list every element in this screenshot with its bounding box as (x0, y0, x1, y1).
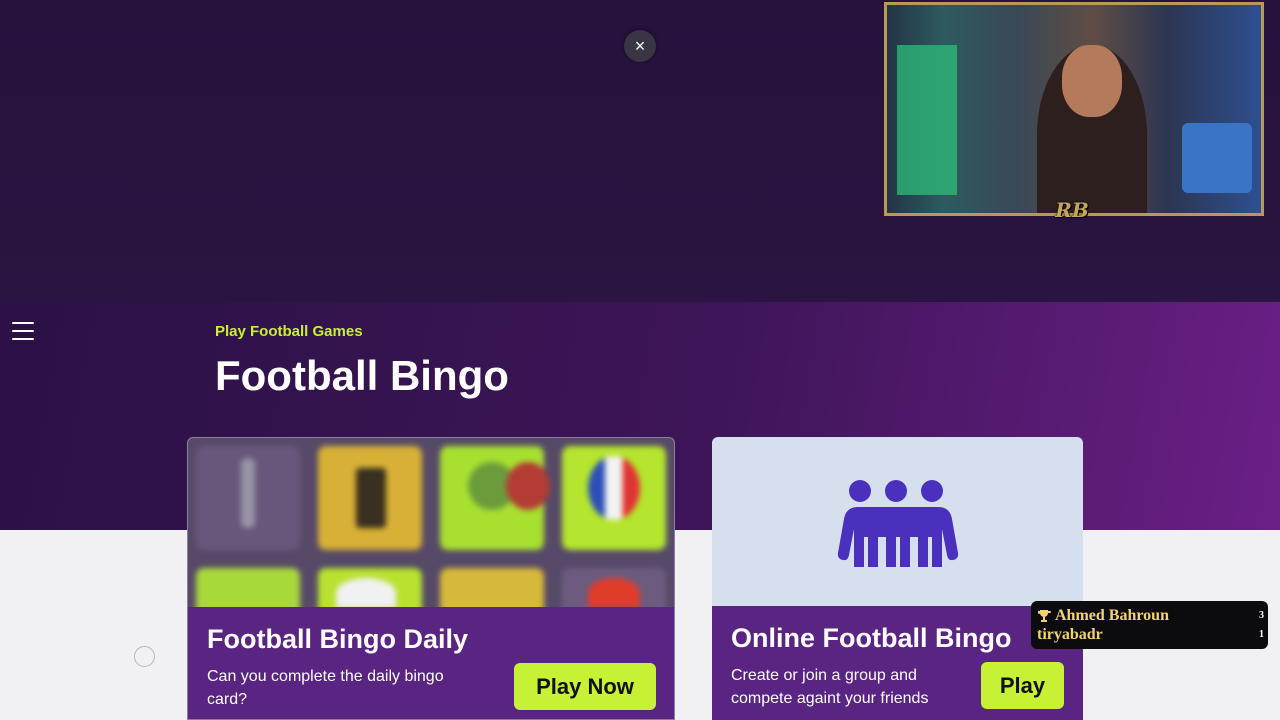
play-now-button[interactable]: Play Now (514, 663, 656, 710)
streamer-logo: RB (1055, 198, 1089, 222)
leaderboard-name: Ahmed Bahroun (1055, 607, 1169, 624)
card-title: Football Bingo Daily (207, 624, 468, 654)
card-footer: Football Bingo Daily Can you complete th… (188, 607, 674, 719)
card-description: Can you complete the daily bingo card? (207, 668, 444, 708)
card-title: Online Football Bingo (731, 623, 1012, 653)
leaderboard-overlay: Ahmed Bahroun 3 tiryabadr 1 (1031, 601, 1268, 649)
football-bingo-daily-card[interactable]: Football Bingo Daily Can you complete th… (187, 437, 675, 720)
leaderboard-row: Ahmed Bahroun 3 (1037, 607, 1264, 627)
page-title: Football Bingo (215, 352, 509, 399)
close-ad-button[interactable]: × (624, 30, 656, 62)
section-kicker[interactable]: Play Football Games (215, 323, 363, 340)
leaderboard-score: 1 (1259, 629, 1264, 640)
leaderboard-row: tiryabadr 1 (1037, 626, 1264, 646)
webcam-overlay (884, 2, 1264, 216)
bingo-grid-preview (188, 438, 674, 672)
leaderboard-name: tiryabadr (1037, 626, 1103, 643)
group-people-icon (837, 480, 959, 567)
trophy-icon (1038, 610, 1051, 622)
hamburger-icon[interactable] (12, 322, 34, 340)
card-footer: Online Football Bingo Create or join a g… (712, 606, 1083, 720)
card-description: Create or join a group and compete again… (731, 667, 929, 707)
play-button[interactable]: Play (981, 662, 1064, 709)
loading-spinner-icon (134, 646, 155, 667)
online-football-bingo-card[interactable]: Online Football Bingo Create or join a g… (712, 437, 1083, 720)
leaderboard-score: 3 (1259, 610, 1264, 621)
